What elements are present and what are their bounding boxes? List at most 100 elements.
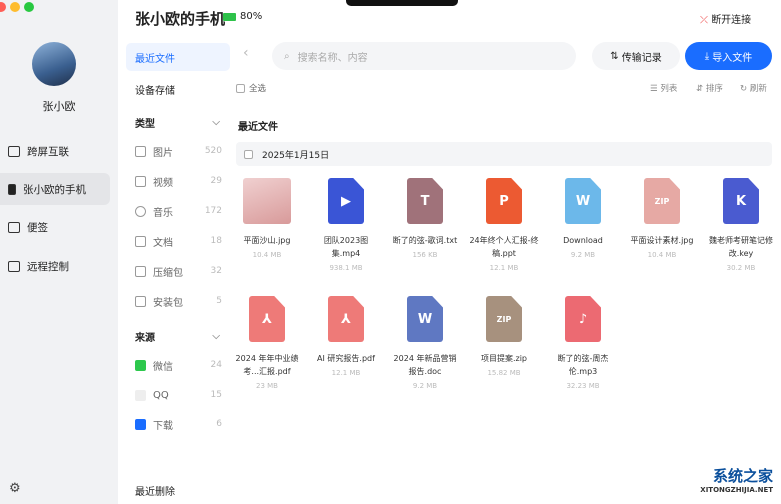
count: 29 [210,176,222,186]
file-item[interactable]: ZIP 项目提案.zip 15.82 MB [465,296,543,377]
import-file-button[interactable]: ⤓ 导入文件 [685,42,772,70]
file-item[interactable]: 平面沙山.jpg 10.4 MB [228,178,306,259]
nav-label: 文档 [153,237,173,249]
maximize-window-button[interactable] [24,2,34,12]
checkbox[interactable] [236,83,245,93]
sort-button[interactable]: ⇵ 排序 [696,82,723,94]
file-item[interactable]: K 魏老师考研笔记修改.key 30.2 MB [702,178,780,272]
file-size: 156 KB [412,251,438,259]
nav-label: 设备存储 [135,85,175,97]
sidebar-item-cross-screen[interactable]: 跨屏互联 [0,135,110,167]
button-label: 导入文件 [712,52,753,64]
nav-device-storage[interactable]: 设备存储 [126,75,230,103]
button-label: 传输记录 [621,52,662,64]
file-name: 项目提案.zip [480,354,528,363]
count: 5 [216,296,222,306]
nav-type-music[interactable]: 音乐 172 [126,197,230,225]
nav-label: 最近删除 [135,486,175,498]
page-title: 张小欧的手机 [135,10,226,28]
disconnect-button[interactable]: ⤫ 断开连接 [700,11,751,26]
document-icon [135,235,146,247]
nav-type-images[interactable]: 图片 520 [126,137,230,165]
image-icon [135,145,146,157]
refresh-button[interactable]: ↻ 刷新 [740,82,767,94]
file-item[interactable]: ⅄ 2024 年年中业绩考...汇报.pdf 23 MB [228,296,306,390]
tool-label: 列表 [660,84,678,94]
file-type-icon: ⅄ [328,296,364,342]
file-item[interactable]: P 24年终个人汇报-终稿.ppt 12.1 MB [465,178,543,272]
file-item[interactable]: W 2024 年新品营销报告.doc 9.2 MB [386,296,464,390]
disconnect-label: 断开连接 [711,15,752,26]
nav-type-videos[interactable]: 视频 29 [126,167,230,195]
note-icon [8,221,20,233]
screen-link-icon [8,145,20,157]
nav-type-docs[interactable]: 文档 18 [126,227,230,255]
file-item[interactable]: ▶ 团队2023图集.mp4 938.1 MB [307,178,385,272]
file-type-icon: W [407,296,443,342]
close-window-button[interactable] [0,2,6,12]
download-icon [135,418,146,430]
count: 18 [210,236,222,246]
nav-recent-files[interactable]: 最近文件 [126,43,230,71]
avatar[interactable] [32,42,76,86]
file-type-icon: P [486,178,522,224]
date-group-checkbox[interactable] [244,149,253,159]
phone-icon [8,183,16,195]
file-size: 9.2 MB [412,382,438,390]
file-name: 断了的弦-歌词.txt [392,236,458,245]
search-placeholder: 搜索名称、内容 [297,52,368,64]
file-name: Download [563,236,603,245]
nav-type-archives[interactable]: 压缩包 32 [126,257,230,285]
remote-control-icon [8,260,20,272]
list-view-button[interactable]: ☰ 列表 [650,82,677,94]
file-item[interactable]: ZIP 平面设计素材.jpg 10.4 MB [623,178,701,259]
source-header[interactable]: 来源 ⌵ [126,322,230,350]
wechat-icon [135,359,146,371]
file-size: 30.2 MB [726,264,756,272]
transfer-history-button[interactable]: ⇅ 传输记录 [592,42,680,70]
minimize-window-button[interactable] [10,2,20,12]
count: 32 [210,266,222,276]
sidebar-item-notes[interactable]: 便签 [0,211,110,243]
nav-recently-deleted[interactable]: 最近删除 [126,476,230,504]
battery-level: 80% [240,11,263,22]
file-name: 魏老师考研笔记修改.key [709,236,773,258]
file-size: 10.4 MB [252,251,282,259]
search-input[interactable]: ⌕ 搜索名称、内容 [272,42,576,70]
nav-label: 下载 [153,420,173,432]
section-title: 最近文件 [238,122,278,133]
nav-label: 安装包 [153,297,183,309]
back-arrow-icon[interactable]: ‹ [243,45,249,61]
file-size: 12.1 MB [489,264,519,272]
file-size: 938.1 MB [329,264,363,272]
file-item[interactable]: ♪ 断了的弦-周杰伦.mp3 32.23 MB [544,296,622,390]
sidebar-item-label: 远程控制 [27,260,69,273]
select-all-label: 全选 [249,84,267,94]
file-type-icon: ZIP [486,296,522,342]
sidebar-item-remote[interactable]: 远程控制 [0,250,110,282]
tool-label: 排序 [705,84,723,94]
settings-gear-icon[interactable]: ⚙ [9,481,21,496]
nav-source-downloads[interactable]: 下载 6 [126,410,230,438]
archive-icon [135,265,146,277]
select-all-checkbox[interactable]: 全选 [236,82,266,94]
file-size: 12.1 MB [331,369,361,377]
sidebar-item-phone[interactable]: 张小欧的手机 [0,173,110,205]
nav-label: QQ [153,389,169,401]
nav-source-wechat[interactable]: 微信 24 [126,351,230,379]
type-header[interactable]: 类型 ⌵ [126,108,230,136]
file-item[interactable]: ⅄ AI 研究报告.pdf 12.1 MB [307,296,385,377]
count: 6 [216,419,222,429]
file-category-nav: 最近文件 设备存储 类型 ⌵ 图片 520 视频 29 音乐 172 文档 18 压缩包 3… [118,0,230,504]
import-icon: ⤓ [704,50,713,62]
file-type-icon: ⅄ [249,296,285,342]
file-item[interactable]: T 断了的弦-歌词.txt 156 KB [386,178,464,259]
nav-type-packages[interactable]: 安装包 5 [126,287,230,315]
music-icon [135,205,146,217]
nav-source-qq[interactable]: QQ 15 [126,381,230,409]
file-item[interactable]: W Download 9.2 MB [544,178,622,259]
file-type-icon: W [565,178,601,224]
chevron-down-icon: ⌵ [212,116,220,128]
file-size: 9.2 MB [570,251,596,259]
video-icon [135,175,146,187]
